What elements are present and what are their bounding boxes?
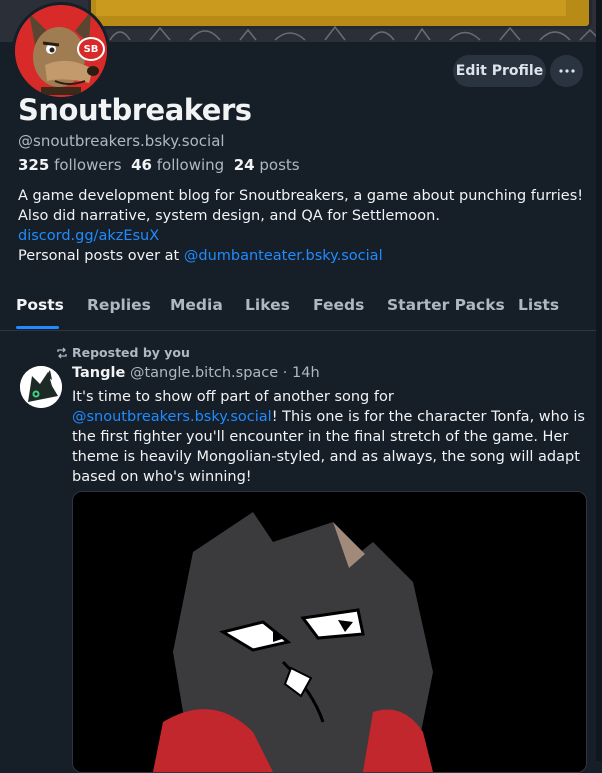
bio-line: Personal posts over at (18, 248, 184, 264)
repost-label: Reposted by you (72, 345, 190, 360)
posts-count: 24 (233, 156, 255, 174)
post-mention[interactable]: @snoutbreakers.bsky.social (72, 409, 272, 425)
banner-doodles (74, 25, 601, 41)
repost-indicator[interactable]: Reposted by you (56, 345, 190, 360)
followers-label: followers (54, 156, 122, 174)
bio-line: Also did narrative, system design, and Q… (18, 208, 440, 224)
following-count: 46 (131, 156, 152, 174)
post-timestamp[interactable]: 14h (292, 365, 320, 381)
edit-profile-button[interactable]: Edit Profile (453, 55, 546, 87)
profile-avatar[interactable]: SB (12, 2, 110, 100)
tab-lists[interactable]: Lists (518, 296, 559, 314)
tab-posts[interactable]: Posts (16, 296, 64, 314)
profile-stats: 325 followers 46 following 24 posts (18, 156, 300, 174)
post-text: It's time to show off part of another so… (72, 387, 587, 487)
following-link[interactable]: 46 following (131, 156, 224, 174)
scrollbar-track[interactable] (596, 0, 602, 761)
post-text-line: It's time to show off part of another so… (72, 389, 394, 405)
tab-media[interactable]: Media (170, 296, 223, 314)
wolf-avatar-icon (20, 366, 62, 408)
post-author-name[interactable]: Tangle (72, 365, 125, 381)
more-options-button[interactable] (550, 55, 583, 87)
personal-account-mention[interactable]: @dumbanteater.bsky.social (184, 248, 383, 264)
ellipsis-icon (558, 69, 575, 73)
discord-link[interactable]: discord.gg/akzEsuX (18, 228, 159, 244)
followers-link[interactable]: 325 followers (18, 156, 122, 174)
posts-label: posts (259, 156, 300, 174)
video-thumbnail (73, 492, 586, 772)
tab-replies[interactable]: Replies (87, 296, 151, 314)
post-author-avatar[interactable] (20, 366, 62, 408)
post-text-line: the first fighter you'll encounter in th… (72, 429, 569, 445)
tab-likes[interactable]: Likes (245, 296, 290, 314)
profile-handle: @snoutbreakers.bsky.social (18, 132, 225, 150)
active-tab-indicator (16, 326, 59, 329)
followers-count: 325 (18, 156, 50, 174)
profile-tabs: Posts Replies Media Likes Feeds Starter … (0, 288, 596, 331)
post-author-handle[interactable]: @tangle.bitch.space (130, 365, 278, 381)
tab-starter-packs[interactable]: Starter Packs (387, 296, 505, 314)
post-video-embed[interactable] (72, 491, 587, 773)
repost-icon (57, 347, 67, 358)
post-text-line: based on who's winning! (72, 469, 252, 485)
bio-line: A game development blog for Snoutbreaker… (18, 188, 584, 204)
profile-display-name: Snoutbreakers (18, 93, 252, 127)
tab-feeds[interactable]: Feeds (313, 296, 364, 314)
post-separator: · (278, 365, 293, 381)
avatar-badge: SB (77, 37, 105, 61)
post-text-line: ! This one is for the character Tonfa, w… (271, 409, 585, 425)
post-header: Tangle @tangle.bitch.space · 14h (72, 365, 320, 381)
following-label: following (156, 156, 225, 174)
banner-sign-face (96, 0, 566, 16)
post-text-line: theme is heavily Mongolian-styled, and a… (72, 449, 580, 465)
profile-bio: A game development blog for Snoutbreaker… (18, 186, 583, 266)
